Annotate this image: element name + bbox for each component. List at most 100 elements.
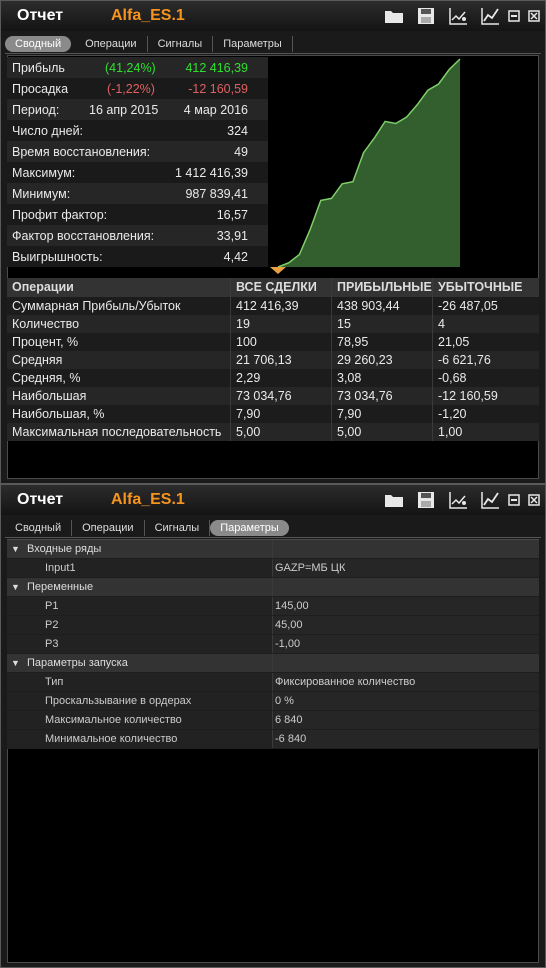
parameters-tree: ▼ Входные ряды Input1 GAZP=МБ ЦК ▼ Переменн… [7, 540, 539, 749]
collapse-arrow-icon[interactable]: ▼ [11, 540, 20, 558]
tab-operations[interactable]: Операции [72, 520, 145, 536]
param-name: Тип [45, 676, 64, 688]
cell: 29 260,23 [332, 351, 433, 369]
tab-parameters[interactable]: Параметры [213, 36, 293, 52]
equity-chart-icon[interactable] [479, 5, 501, 27]
equity-chart[interactable] [268, 57, 538, 275]
tree-group-input-series[interactable]: ▼ Входные ряды [7, 540, 539, 559]
title-bar[interactable]: Отчет Alfa_ES.1 [1, 485, 545, 515]
stat-row-recovery-time: Время восстановления: 49 [7, 141, 268, 162]
cell: -1,20 [438, 407, 467, 421]
stat-row-win-rate: Выигрышность: 4,42 [7, 246, 268, 267]
tree-item[interactable]: Минимальное количество -6 840 [7, 730, 539, 749]
tab-divider [5, 53, 541, 54]
group-label: Входные ряды [27, 543, 102, 555]
period-to: 4 мар 2016 [183, 102, 248, 117]
cell: -0,68 [438, 371, 467, 385]
stat-label: Минимум: [12, 186, 71, 201]
stat-row-minimum: Минимум: 987 839,41 [7, 183, 268, 204]
save-icon[interactable] [415, 489, 437, 511]
cell: 100 [231, 333, 332, 351]
stat-label: Период: [12, 102, 60, 117]
tab-bar: Сводный Операции Сигналы Параметры [5, 519, 293, 537]
table-row: Процент, % 100 78,95 21,05 [7, 333, 539, 351]
tree-item[interactable]: P1 145,00 [7, 597, 539, 616]
minimize-icon[interactable] [507, 9, 521, 23]
tab-divider [5, 537, 541, 538]
stat-percent: (41,24%) [105, 60, 156, 75]
tree-group-variables[interactable]: ▼ Переменные [7, 578, 539, 597]
tab-signals[interactable]: Сигналы [145, 520, 211, 536]
tree-item[interactable]: Input1 GAZP=МБ ЦК [7, 559, 539, 578]
table-row: Наибольшая, % 7,90 7,90 -1,20 [7, 405, 539, 423]
tab-signals[interactable]: Сигналы [148, 36, 214, 52]
equity-area [278, 59, 460, 267]
tree-item[interactable]: Максимальное количество 6 840 [7, 711, 539, 730]
chart-settings-icon[interactable] [447, 489, 469, 511]
stat-value: 49 [234, 144, 248, 159]
cell: Количество [7, 315, 231, 333]
title-bar[interactable]: Отчет Alfa_ES.1 [1, 1, 545, 31]
param-value[interactable]: 6 840 [273, 711, 539, 729]
param-value[interactable]: Фиксированное количество [273, 673, 539, 691]
table-row: Наибольшая 73 034,76 73 034,76 -12 160,59 [7, 387, 539, 405]
param-name: Input1 [45, 562, 76, 574]
window-title: Отчет [17, 7, 64, 24]
cell: 412 416,39 [231, 297, 332, 315]
tab-summary[interactable]: Сводный [5, 36, 72, 52]
cell: 15 [332, 315, 433, 333]
folder-icon[interactable] [383, 489, 405, 511]
stat-row-drawdown: Просадка (-1,22%) -12 160,59 [7, 78, 268, 99]
param-value[interactable]: -1,00 [273, 635, 539, 653]
tab-operations[interactable]: Операции [75, 36, 148, 52]
stat-value: 412 416,39 [185, 60, 248, 75]
close-icon[interactable] [527, 9, 541, 23]
folder-icon[interactable] [383, 5, 405, 27]
title-icons [373, 5, 541, 27]
stat-value: 16,57 [216, 207, 248, 222]
stat-row-maximum: Максимум: 1 412 416,39 [7, 162, 268, 183]
table-row: Средняя, % 2,29 3,08 -0,68 [7, 369, 539, 387]
param-value[interactable]: 45,00 [273, 616, 539, 634]
tree-group-launch-params[interactable]: ▼ Параметры запуска [7, 654, 539, 673]
table-row: Максимальная последовательность 5,00 5,00 1… [7, 423, 539, 441]
tab-summary[interactable]: Сводный [5, 520, 73, 536]
title-icons [373, 489, 541, 511]
tab-parameters[interactable]: Параметры [210, 520, 289, 536]
minimize-icon[interactable] [507, 493, 521, 507]
tree-item[interactable]: Проскальзывание в ордерах 0 % [7, 692, 539, 711]
param-value[interactable]: -6 840 [273, 730, 539, 748]
param-value[interactable]: GAZP=МБ ЦК [273, 559, 539, 577]
header-all-trades: ВСЕ СДЕЛКИ [231, 278, 332, 297]
stat-row-period: Период: 16 апр 2015 4 мар 2016 [7, 99, 268, 120]
cell: 73 034,76 [332, 387, 433, 405]
collapse-arrow-icon[interactable]: ▼ [11, 654, 20, 672]
equity-chart-icon[interactable] [479, 489, 501, 511]
stat-value: -12 160,59 [188, 81, 248, 96]
cell: 73 034,76 [231, 387, 332, 405]
param-value[interactable]: 145,00 [273, 597, 539, 615]
stat-percent: (-1,22%) [107, 81, 155, 96]
stat-value: 987 839,41 [185, 186, 248, 201]
stat-label: Профит фактор: [12, 207, 108, 222]
save-icon[interactable] [415, 5, 437, 27]
table-row: Средняя 21 706,13 29 260,23 -6 621,76 [7, 351, 539, 369]
cell: Процент, % [7, 333, 231, 351]
collapse-arrow-icon[interactable]: ▼ [11, 578, 20, 596]
tree-item[interactable]: Тип Фиксированное количество [7, 673, 539, 692]
cell: 2,29 [231, 369, 332, 387]
tree-item[interactable]: P2 45,00 [7, 616, 539, 635]
cell: Максимальная последовательность [7, 423, 231, 441]
stat-value: 33,91 [216, 228, 248, 243]
cell: -12 160,59 [438, 389, 498, 403]
close-icon[interactable] [527, 493, 541, 507]
header-operations: Операции [7, 278, 231, 297]
cell: 4 [438, 317, 445, 331]
table-row: Суммарная Прибыль/Убыток 412 416,39 438 90… [7, 297, 539, 315]
chart-settings-icon[interactable] [447, 5, 469, 27]
tab-bar: Сводный Операции Сигналы Параметры [5, 35, 293, 53]
tree-item[interactable]: P3 -1,00 [7, 635, 539, 654]
param-value[interactable]: 0 % [273, 692, 539, 710]
period-from: 16 апр 2015 [89, 102, 159, 117]
stat-label: Число дней: [12, 123, 84, 138]
